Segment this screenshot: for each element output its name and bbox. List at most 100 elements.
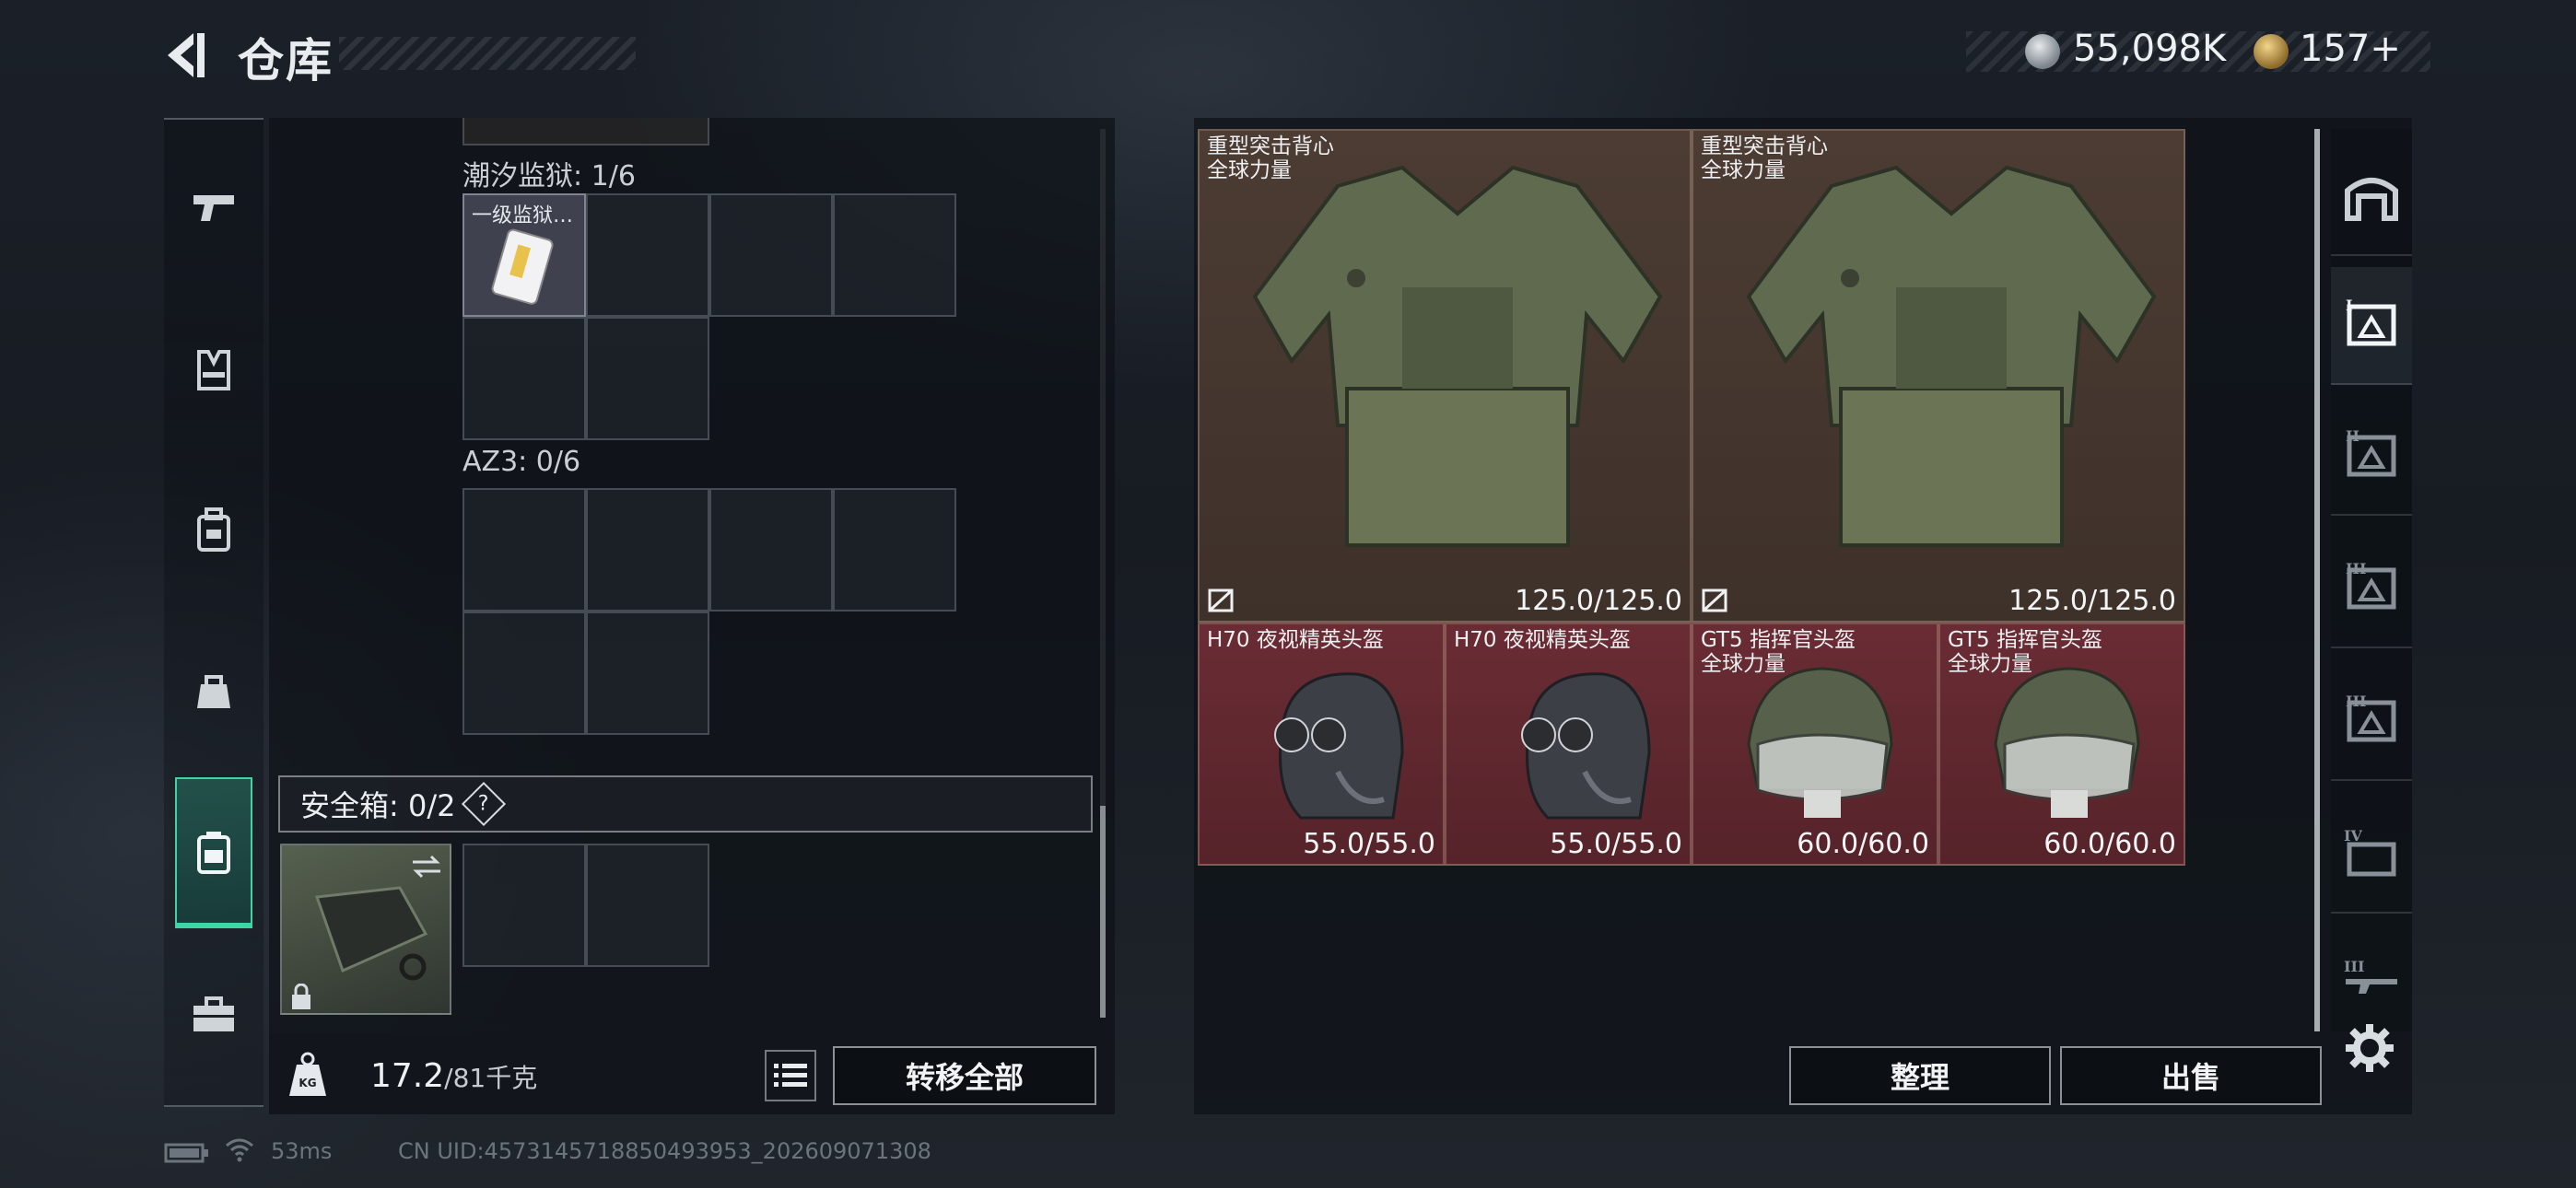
stash-item-h70-helmet[interactable]: H70 夜视精英头盔 55.0/55.0	[1445, 623, 1692, 866]
nvg-helmet-icon	[1521, 672, 1651, 820]
svg-text:III: III	[2344, 958, 2364, 975]
item-durability: 125.0/125.0	[2008, 585, 2176, 617]
grid-cell[interactable]	[709, 488, 833, 611]
grid-cell[interactable]	[833, 193, 956, 317]
battery-icon	[164, 1143, 208, 1163]
stash-tab-2[interactable]: II	[2331, 398, 2412, 516]
stash-tab-3[interactable]: III	[2331, 530, 2412, 648]
item-name: H70 夜视精英头盔	[1454, 628, 1631, 652]
grid-cell[interactable]	[709, 193, 833, 317]
svg-text:I: I	[2346, 297, 2352, 314]
stash-tab-4[interactable]: III	[2331, 663, 2412, 781]
item-durability: 60.0/60.0	[1797, 828, 1929, 860]
stash-tab-1[interactable]: I	[2331, 267, 2412, 385]
grid-cell[interactable]	[463, 317, 586, 440]
category-toolbox[interactable]	[175, 976, 252, 1054]
stash-item-gt5-helmet[interactable]: GT5 指挥官头盔 全球力量 60.0/60.0	[1692, 623, 1938, 866]
stash-item-gt5-helmet[interactable]: GT5 指挥官头盔 全球力量 60.0/60.0	[1938, 623, 2185, 866]
container-grid-az3	[463, 488, 956, 735]
wifi-icon	[226, 1138, 253, 1162]
commander-helmet-icon	[1747, 667, 1893, 818]
safe-box-grid	[463, 844, 709, 967]
list-view-button[interactable]	[765, 1050, 816, 1101]
grid-cell[interactable]	[586, 317, 709, 440]
item-label: 一级监狱…	[472, 204, 574, 227]
container-label-az3: AZ3: 0/6	[463, 446, 581, 478]
gold-coin-icon	[2254, 34, 2289, 69]
grid-cell[interactable]	[463, 844, 586, 967]
silver-coin-icon	[2025, 34, 2060, 69]
category-armor[interactable]	[175, 332, 252, 409]
stash-page-icon: III	[2346, 560, 2396, 610]
item-durability: 55.0/55.0	[1303, 828, 1435, 860]
carry-weight-value: 17.2	[370, 1057, 445, 1095]
silver-currency-amount: 55,098K	[2073, 28, 2227, 70]
nvg-helmet-icon	[1274, 672, 1404, 820]
svg-text:II: II	[2346, 427, 2359, 445]
swap-icon[interactable]	[409, 853, 444, 880]
safe-box-header: 安全箱: 0/2 ?	[278, 775, 1093, 833]
help-icon[interactable]: ?	[462, 781, 507, 827]
item-durability: 125.0/125.0	[1515, 585, 1682, 617]
grid-cell[interactable]	[586, 611, 709, 735]
container-icon	[197, 832, 230, 874]
grid-cell[interactable]	[586, 844, 709, 967]
transfer-all-button[interactable]: 转移全部	[833, 1046, 1096, 1105]
item-prison-keycard[interactable]: 一级监狱…	[463, 193, 586, 317]
svg-text:III: III	[2346, 560, 2366, 577]
grid-cell[interactable]	[833, 488, 956, 611]
category-backpack[interactable]	[175, 492, 252, 569]
back-arrow-icon	[168, 33, 205, 77]
stash-tab-home[interactable]	[2331, 138, 2412, 256]
category-bag[interactable]	[175, 652, 252, 729]
stash-item-h70-helmet[interactable]: H70 夜视精英头盔 55.0/55.0	[1198, 623, 1445, 866]
container-grid-tide-prison: 一级监狱…	[463, 193, 956, 440]
grid-cell[interactable]	[586, 193, 709, 317]
carry-weight: 17.2/81千克	[370, 1057, 537, 1095]
settings-gear-icon[interactable]	[2344, 1022, 2395, 1074]
category-sidebar	[164, 118, 263, 1107]
safe-box-label: 安全箱: 0/2	[300, 788, 456, 823]
bag-icon	[197, 675, 230, 708]
vest-image-icon	[1746, 165, 2157, 547]
grid-cell[interactable]	[463, 488, 586, 611]
stash-tab-6[interactable]: III	[2331, 921, 2412, 1039]
category-weapons[interactable]	[175, 169, 252, 247]
vest-image-icon	[1252, 165, 1663, 547]
stash-tab-5[interactable]: IV	[2331, 796, 2412, 914]
svg-text:IV: IV	[2344, 827, 2362, 844]
commander-helmet-icon	[1994, 667, 2140, 818]
item-durability: 55.0/55.0	[1550, 828, 1682, 860]
lock-icon	[292, 984, 310, 1009]
network-ping: 53ms	[271, 1138, 333, 1164]
sort-button[interactable]: 整理	[1789, 1046, 2051, 1105]
loadout-scrollbar-thumb[interactable]	[1100, 806, 1106, 1018]
svg-text:KG: KG	[299, 1077, 316, 1089]
stash-rifle-icon: III	[2344, 958, 2397, 994]
user-uid: CN UID:4573145718850493953_202609071308	[398, 1138, 931, 1164]
stash-page-icon: III	[2346, 693, 2396, 742]
safe-box-item[interactable]	[280, 844, 451, 1015]
category-container[interactable]	[175, 814, 252, 891]
keycard-icon	[491, 228, 554, 305]
grid-cell[interactable]	[463, 611, 586, 735]
stash-item-heavy-assault-vest[interactable]: 重型突击背心 全球力量 125.0/125.0	[1692, 129, 2185, 623]
sell-button[interactable]: 出售	[2060, 1046, 2322, 1105]
item-name: H70 夜视精英头盔	[1207, 628, 1384, 652]
stash-page-icon: I	[2346, 297, 2396, 346]
header-decoration	[339, 37, 636, 70]
item-durability: 60.0/60.0	[2043, 828, 2176, 860]
stash-item-heavy-assault-vest[interactable]: 重型突击背心 全球力量 125.0/125.0	[1198, 129, 1692, 623]
stash-page-icon: II	[2346, 427, 2396, 477]
weight-kg-icon: KG	[289, 1052, 326, 1096]
safe-case-icon	[314, 886, 428, 981]
grid-cell[interactable]	[586, 488, 709, 611]
no-insure-icon	[1702, 588, 1727, 612]
back-button[interactable]	[157, 26, 216, 85]
stash-scrollbar[interactable]	[2314, 129, 2320, 1031]
gold-currency-amount[interactable]: 157+	[2300, 28, 2401, 70]
svg-text:III: III	[2346, 693, 2366, 710]
backpack-icon	[197, 507, 230, 552]
no-insure-icon	[1208, 588, 1234, 612]
stash-home-icon	[2345, 178, 2398, 221]
